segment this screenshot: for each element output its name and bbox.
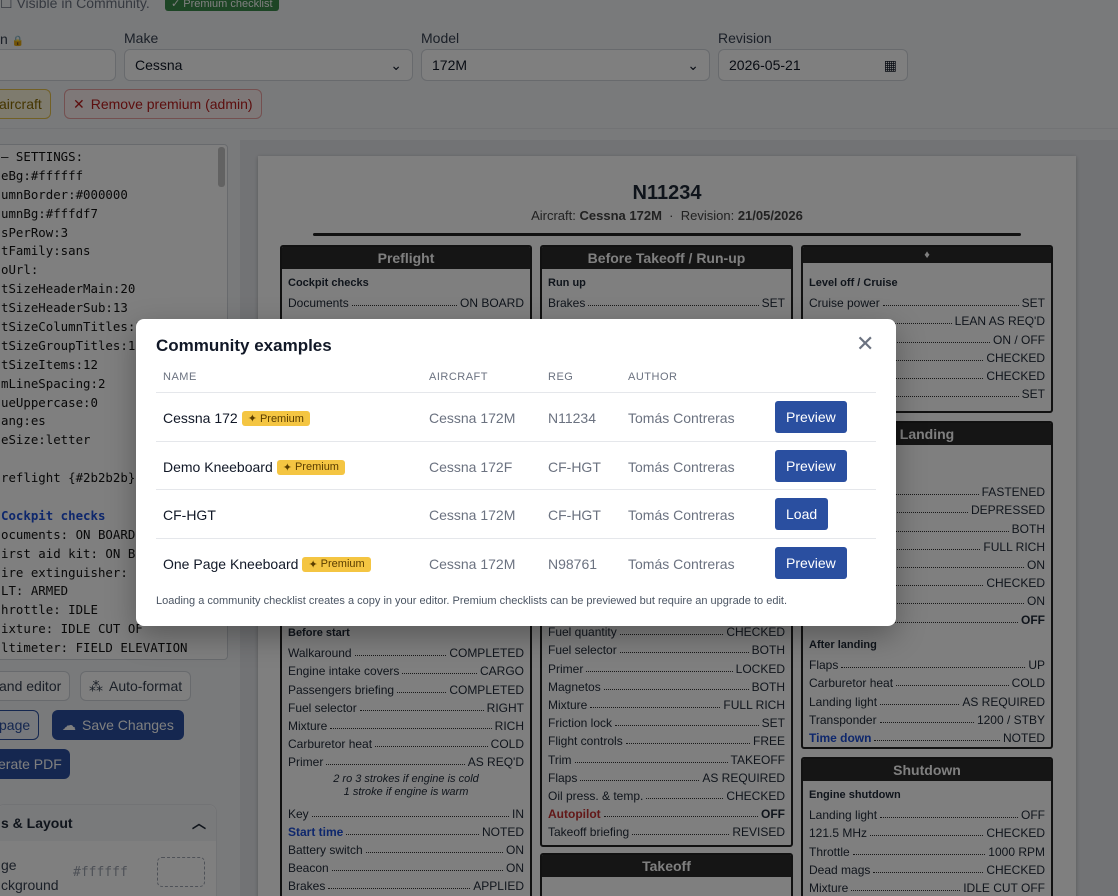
table-row: Demo Kneeboard ✦ Premium Cessna 172F CF-HGT T… [156, 440, 876, 489]
row-author: Tomás Contreras [628, 458, 735, 475]
table-row: One Page Kneeboard ✦ Premium Cessna 172M N98… [156, 537, 876, 586]
row-author: Tomás Contreras [628, 410, 735, 426]
row-aircraft: Cessna 172F [429, 458, 513, 475]
row-name: Demo Kneeboard ✦ Premium [163, 459, 345, 475]
row-aircraft: Cessna 172M [429, 410, 516, 426]
row-reg: N11234 [548, 410, 597, 426]
row-reg: CF-HGT [548, 458, 601, 475]
preview-button[interactable]: Preview [775, 401, 847, 433]
modal-title: Community examples [156, 336, 332, 355]
sparkle-icon: ✦ [247, 413, 257, 425]
row-name: CF-HGT [163, 507, 216, 523]
row-author: Tomás Contreras [628, 507, 735, 523]
table-row: CF-HGT Cessna 172M CF-HGT Tomás Contreras Lo… [156, 489, 876, 537]
sparkle-icon: ✦ [282, 461, 292, 474]
community-examples-modal: Community examples ✕ NAME AIRCRAFT REG A… [136, 319, 896, 626]
row-reg: N98761 [548, 555, 598, 572]
header-author: AUTHOR [628, 371, 678, 383]
header-reg: REG [548, 371, 574, 383]
preview-button[interactable]: Preview [775, 449, 847, 482]
premium-badge: ✦ Premium [302, 556, 371, 572]
premium-badge: ✦ Premium [241, 411, 310, 426]
preview-button[interactable]: Preview [775, 546, 847, 579]
table-row: Cessna 172 ✦ Premium Cessna 172M N11234 Tomás… [156, 392, 876, 440]
modal-footer-note: Loading a community checklist creates a … [156, 595, 787, 607]
row-author: Tomás Contreras [628, 555, 735, 572]
row-reg: CF-HGT [548, 507, 601, 523]
header-name: NAME [163, 371, 197, 383]
row-name: Cessna 172 ✦ Premium [163, 410, 310, 426]
row-name: One Page Kneeboard ✦ Premium [163, 556, 371, 572]
premium-badge: ✦ Premium [276, 459, 345, 475]
load-button[interactable]: Load [775, 498, 829, 530]
row-aircraft: Cessna 172M [429, 555, 516, 572]
close-icon[interactable]: ✕ [856, 333, 874, 355]
sparkle-icon: ✦ [308, 558, 318, 571]
header-aircraft: AIRCRAFT [429, 371, 488, 383]
row-aircraft: Cessna 172M [429, 507, 516, 523]
